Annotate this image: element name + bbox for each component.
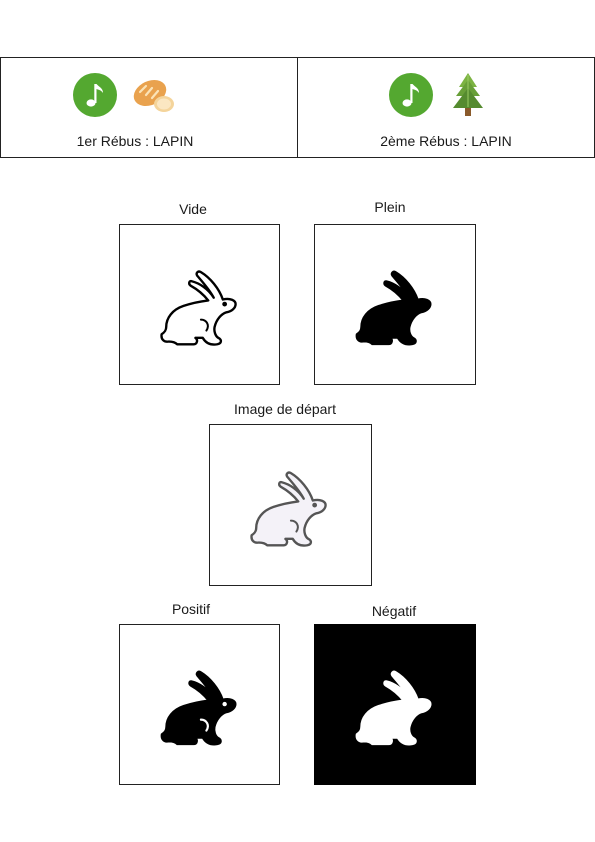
caption-positive: Positif [171,601,211,617]
rebus-label-1: 1er Rébus : LAPIN [76,133,194,149]
rebus-cell-2: 2ème Rébus : LAPIN [297,58,594,157]
rabbit-negative-icon [355,670,432,746]
pine-tree-icon [453,73,483,116]
caption-negative: Négatif [371,603,417,619]
positive-image-frame [119,624,280,785]
rabbit-outline-icon [160,270,237,346]
full-image-frame [314,224,476,385]
rebus-label-2: 2ème Rébus : LAPIN [380,133,512,149]
caption-original: Image de départ [234,401,336,417]
rabbit-original-icon [250,471,327,547]
empty-image-frame [119,224,280,385]
negative-image-frame [314,624,476,785]
music-note-icon [73,73,117,117]
rabbit-filled-icon [355,270,432,346]
rabbit-positive-icon [160,670,237,746]
rebus-cell-1: 1er Rébus : LAPIN [1,58,297,157]
caption-empty: Vide [179,201,207,217]
bread-icon [133,79,174,112]
original-image-frame [209,424,372,586]
rebus-table: 1er Rébus : LAPIN 2ème Rébus : LAPIN [0,57,595,158]
caption-full: Plein [374,199,406,215]
music-note-icon [389,73,433,117]
